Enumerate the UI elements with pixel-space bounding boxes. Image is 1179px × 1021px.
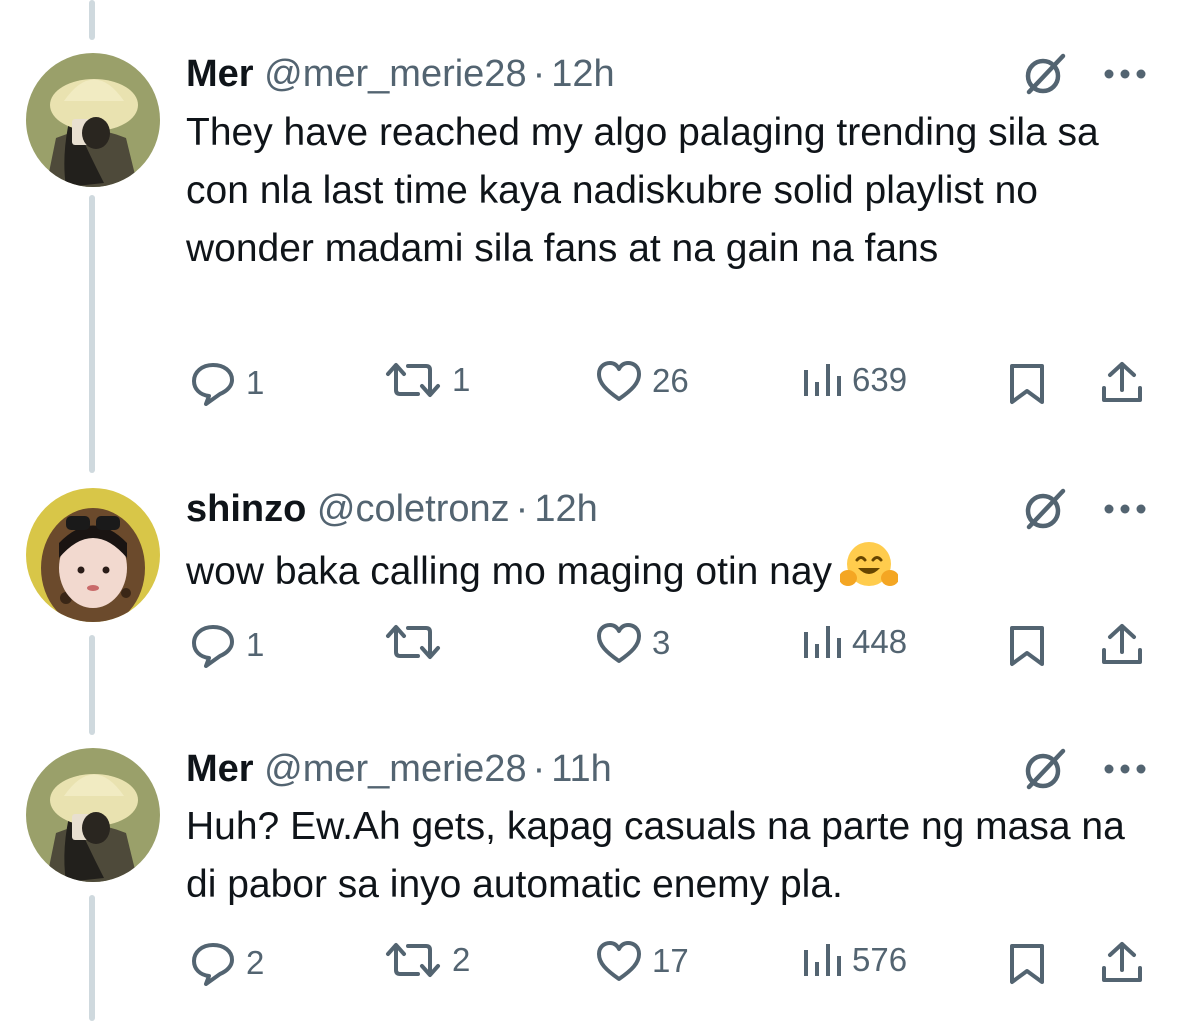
bookmark-icon[interactable]: [1008, 362, 1046, 406]
repost-button[interactable]: 1: [384, 360, 470, 400]
reply-count: 1: [246, 626, 265, 663]
more-dots-icon[interactable]: [1103, 763, 1147, 775]
separator-dot: ·: [532, 53, 546, 95]
tweet[interactable]: Mer @mer_merie28 · 12h They have reached m…: [0, 0, 1179, 440]
views-bars-icon: [804, 944, 841, 976]
action-bar: 1 1 26 639: [186, 360, 1151, 410]
share-upload-icon[interactable]: [1100, 940, 1144, 986]
tweet-header: Mer @mer_merie28 · 11h: [186, 750, 612, 788]
share-upload-icon[interactable]: [1100, 360, 1144, 406]
avatar[interactable]: [26, 488, 160, 622]
share-upload-icon[interactable]: [1100, 622, 1144, 668]
separator-dot: ·: [532, 748, 546, 790]
repost-arrows-icon: [386, 625, 440, 659]
grok-slash-icon[interactable]: [1021, 50, 1069, 98]
timestamp[interactable]: 12h: [534, 488, 597, 530]
tweet-header: shinzo @coletronz · 12h: [186, 490, 598, 528]
reply-bubble-icon: [192, 363, 234, 406]
bookmark-icon[interactable]: [1008, 942, 1046, 986]
tweet-text: Huh? Ew.Ah gets, kapag casuals na parte …: [186, 805, 1125, 906]
tweet-text: They have reached my algo palaging trend…: [186, 111, 1099, 270]
timestamp[interactable]: 11h: [551, 748, 612, 790]
header-icons: [1021, 485, 1147, 533]
hugging-face-emoji: [839, 540, 900, 607]
header-icons: [1021, 50, 1147, 98]
like-count: 26: [652, 362, 689, 399]
user-handle[interactable]: @mer_merie28: [264, 53, 526, 95]
grok-slash-icon[interactable]: [1021, 745, 1069, 793]
like-button[interactable]: 3: [596, 622, 670, 664]
avatar[interactable]: [26, 748, 160, 882]
views-button[interactable]: 448: [802, 622, 907, 662]
reply-count: 1: [246, 364, 265, 401]
grok-slash-icon[interactable]: [1021, 485, 1069, 533]
tweet[interactable]: shinzo @coletronz · 12h wow baka calling m…: [0, 440, 1179, 720]
user-handle[interactable]: @mer_merie28: [264, 748, 526, 790]
reply-button[interactable]: 1: [190, 360, 264, 406]
repost-count: 1: [452, 361, 471, 398]
timestamp[interactable]: 12h: [551, 53, 614, 95]
repost-button[interactable]: 2: [384, 940, 470, 980]
views-button[interactable]: 576: [802, 940, 907, 980]
action-bar: 1 3 448: [186, 622, 1151, 672]
reply-bubble-icon: [192, 943, 234, 986]
tweet-header: Mer @mer_merie28 · 12h: [186, 55, 615, 93]
view-count: 576: [852, 941, 908, 978]
tweet[interactable]: Mer @mer_merie28 · 11h Huh? Ew.Ah gets, ka…: [0, 720, 1179, 1021]
views-bars-icon: [804, 626, 841, 658]
heart-icon: [597, 941, 641, 981]
heart-icon: [597, 361, 641, 401]
separator-dot: ·: [515, 488, 529, 530]
tweet-text-content: wow baka calling mo maging otin nay: [186, 550, 833, 593]
user-handle[interactable]: @coletronz: [317, 488, 510, 530]
views-bars-icon: [804, 364, 841, 396]
reply-button[interactable]: 1: [190, 622, 264, 668]
display-name[interactable]: Mer: [186, 53, 254, 95]
action-bar: 2 2 17 576: [186, 940, 1151, 990]
header-icons: [1021, 745, 1147, 793]
repost-arrows-icon: [386, 363, 440, 397]
display-name[interactable]: Mer: [186, 748, 254, 790]
reply-count: 2: [246, 944, 265, 981]
like-count: 17: [652, 942, 689, 979]
tweet-text: wow baka calling mo maging otin nay: [186, 540, 1146, 607]
heart-icon: [597, 623, 641, 663]
like-button[interactable]: 26: [596, 360, 689, 402]
repost-button[interactable]: [384, 622, 452, 662]
like-button[interactable]: 17: [596, 940, 689, 982]
like-count: 3: [652, 624, 671, 661]
views-button[interactable]: 639: [802, 360, 907, 400]
reply-button[interactable]: 2: [190, 940, 264, 986]
view-count: 639: [852, 361, 908, 398]
display-name[interactable]: shinzo: [186, 488, 306, 530]
more-dots-icon[interactable]: [1103, 503, 1147, 515]
view-count: 448: [852, 623, 908, 660]
avatar[interactable]: [26, 53, 160, 187]
bookmark-icon[interactable]: [1008, 624, 1046, 668]
more-dots-icon[interactable]: [1103, 68, 1147, 80]
repost-count: 2: [452, 941, 471, 978]
repost-arrows-icon: [386, 943, 440, 977]
reply-bubble-icon: [192, 625, 234, 668]
